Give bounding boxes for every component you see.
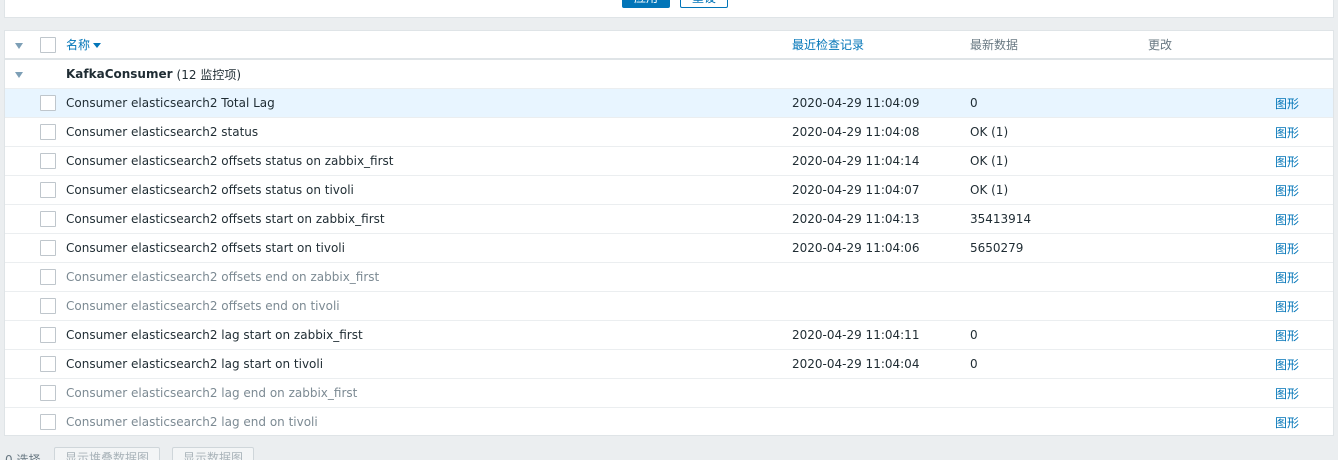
row-checkbox[interactable] [40, 211, 56, 227]
item-name: Consumer elasticsearch2 offsets start on… [66, 212, 385, 226]
latest-data-table: 名称 最近检查记录 最新数据 更改 KafkaConsumer (12 监控项)… [4, 30, 1334, 437]
row-checkbox[interactable] [40, 124, 56, 140]
item-last-check: 2020-04-29 11:04:13 [792, 212, 920, 226]
select-all-checkbox[interactable] [40, 37, 56, 53]
item-latest-data: 5650279 [970, 241, 1024, 255]
row-checkbox[interactable] [40, 182, 56, 198]
collapse-group-icon[interactable] [15, 72, 23, 78]
item-name: Consumer elasticsearch2 status [66, 125, 259, 139]
table-row: Consumer elasticsearch2 status 2020-04-29… [5, 118, 1333, 147]
name-column-header[interactable]: 名称 [66, 31, 102, 58]
item-name: Consumer elasticsearch2 lag start on zab… [66, 328, 363, 342]
item-name: Consumer elasticsearch2 Total Lag [66, 96, 275, 110]
change-header-label: 更改 [1148, 38, 1173, 52]
name-header-label[interactable]: 名称 [66, 36, 90, 53]
selected-count: 0 选择 [5, 453, 41, 460]
table-row: Consumer elasticsearch2 offsets end on z… [5, 263, 1333, 292]
table-row: Consumer elasticsearch2 Total Lag 2020-04… [5, 89, 1333, 118]
row-checkbox[interactable] [40, 356, 56, 372]
change-column-header: 更改 [1148, 31, 1172, 58]
latest-data-header-label: 最新数据 [970, 38, 1019, 52]
item-last-check: 2020-04-29 11:04:11 [792, 328, 920, 342]
graph-link[interactable]: 图形 [1275, 147, 1299, 175]
item-latest-data: 0 [970, 357, 978, 371]
row-checkbox[interactable] [40, 269, 56, 285]
table-row: Consumer elasticsearch2 offsets status o… [5, 147, 1333, 176]
sort-down-icon [93, 43, 102, 48]
graph-link[interactable]: 图形 [1275, 118, 1299, 146]
graph-link[interactable]: 图形 [1275, 205, 1299, 233]
table-row: Consumer elasticsearch2 lag end on tivol… [5, 408, 1333, 437]
item-name: Consumer elasticsearch2 offsets start on… [66, 241, 345, 255]
row-checkbox[interactable] [40, 385, 56, 401]
item-last-check: 2020-04-29 11:04:09 [792, 96, 920, 110]
item-name: Consumer elasticsearch2 lag start on tiv… [66, 357, 324, 371]
item-latest-data: 35413914 [970, 212, 1032, 226]
item-latest-data: 0 [970, 96, 978, 110]
graph-link[interactable]: 图形 [1275, 263, 1299, 291]
table-row: Consumer elasticsearch2 lag start on zab… [5, 321, 1333, 350]
group-name: KafkaConsumer [66, 67, 173, 81]
graph-link[interactable]: 图形 [1275, 176, 1299, 204]
table-row: Consumer elasticsearch2 offsets start on… [5, 234, 1333, 263]
row-checkbox[interactable] [40, 240, 56, 256]
item-name: Consumer elasticsearch2 lag end on tivol… [66, 415, 318, 429]
last-check-header-label[interactable]: 最近检查记录 [792, 36, 864, 53]
row-checkbox[interactable] [40, 327, 56, 343]
graph-link[interactable]: 图形 [1275, 234, 1299, 262]
item-latest-data: OK (1) [970, 183, 1009, 197]
graph-link[interactable]: 图形 [1275, 408, 1299, 436]
filter-panel: 应用 重设 [4, 0, 1334, 18]
show-stacked-graph-button[interactable]: 显示堆叠数据图 [54, 447, 161, 460]
item-latest-data: 0 [970, 328, 978, 342]
bottom-action-bar: 0 选择 显示堆叠数据图 显示数据图 [0, 445, 1338, 460]
graph-link[interactable]: 图形 [1275, 379, 1299, 407]
graph-link[interactable]: 图形 [1275, 292, 1299, 320]
item-last-check: 2020-04-29 11:04:07 [792, 183, 920, 197]
apply-button[interactable]: 应用 [622, 0, 670, 8]
row-checkbox[interactable] [40, 298, 56, 314]
latest-data-column-header: 最新数据 [970, 31, 1018, 58]
table-row: Consumer elasticsearch2 offsets end on t… [5, 292, 1333, 321]
group-label: KafkaConsumer (12 监控项) [66, 60, 241, 88]
graph-link[interactable]: 图形 [1275, 321, 1299, 349]
graph-link[interactable]: 图形 [1275, 350, 1299, 378]
table-row: Consumer elasticsearch2 lag end on zabbi… [5, 379, 1333, 408]
graph-link[interactable]: 图形 [1275, 89, 1299, 117]
row-checkbox[interactable] [40, 414, 56, 430]
item-latest-data: OK (1) [970, 125, 1009, 139]
item-last-check: 2020-04-29 11:04:04 [792, 357, 920, 371]
collapse-all-icon[interactable] [15, 43, 23, 49]
show-graph-button[interactable]: 显示数据图 [172, 447, 255, 460]
item-name: Consumer elasticsearch2 offsets status o… [66, 154, 394, 168]
item-name: Consumer elasticsearch2 lag end on zabbi… [66, 386, 358, 400]
item-name: Consumer elasticsearch2 offsets end on z… [66, 270, 380, 284]
item-last-check: 2020-04-29 11:04:06 [792, 241, 920, 255]
item-name: Consumer elasticsearch2 offsets status o… [66, 183, 354, 197]
reset-button[interactable]: 重设 [680, 0, 728, 8]
item-last-check: 2020-04-29 11:04:08 [792, 125, 920, 139]
table-row: Consumer elasticsearch2 lag start on tiv… [5, 350, 1333, 379]
table-row: Consumer elasticsearch2 offsets status o… [5, 176, 1333, 205]
group-item-count: (12 监控项) [176, 67, 241, 82]
item-last-check: 2020-04-29 11:04:14 [792, 154, 920, 168]
item-latest-data: OK (1) [970, 154, 1009, 168]
item-name: Consumer elasticsearch2 offsets end on t… [66, 299, 340, 313]
row-checkbox[interactable] [40, 95, 56, 111]
table-row: Consumer elasticsearch2 offsets start on… [5, 205, 1333, 234]
last-check-column-header[interactable]: 最近检查记录 [792, 31, 864, 58]
table-header: 名称 最近检查记录 最新数据 更改 [5, 31, 1333, 60]
group-row: KafkaConsumer (12 监控项) [5, 60, 1333, 89]
row-checkbox[interactable] [40, 153, 56, 169]
